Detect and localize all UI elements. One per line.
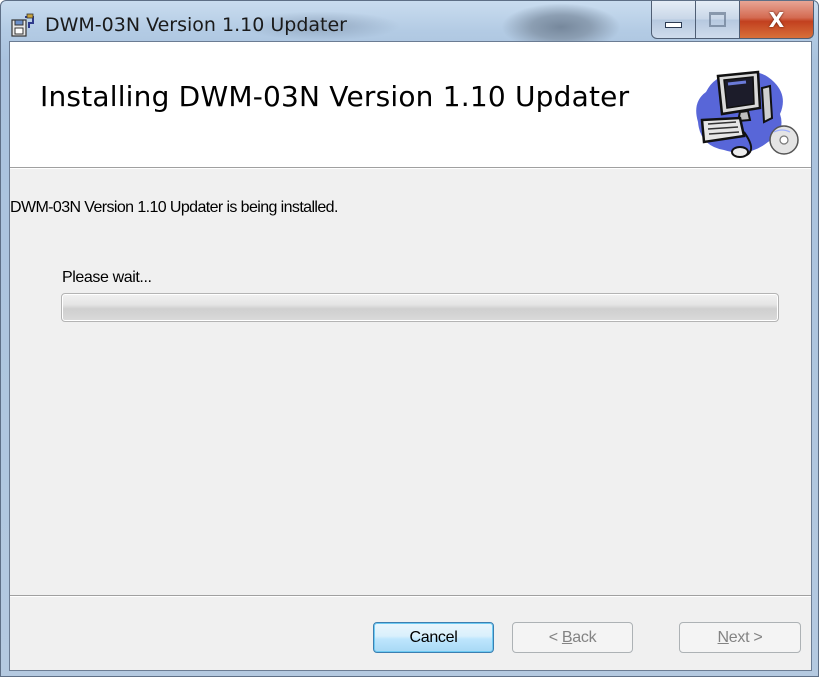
minimize-icon (665, 21, 682, 28)
installer-app-icon[interactable] (11, 13, 35, 37)
cancel-button-label: Cancel (409, 628, 458, 646)
footer-divider (10, 595, 811, 597)
window-title: DWM-03N Version 1.10 Updater (45, 14, 347, 36)
back-prefix: < (548, 628, 562, 646)
cancel-button[interactable]: Cancel (373, 622, 494, 653)
back-accelerator: B (561, 628, 573, 646)
dialog-client-area: Installing DWM-03N Version 1.10 Updater … (9, 41, 812, 671)
back-button[interactable]: < Back (512, 622, 633, 653)
install-progress-bar (61, 293, 779, 322)
caption-buttons: X (651, 1, 814, 41)
close-button[interactable]: X (739, 1, 814, 39)
installer-window: DWM-03N Version 1.10 Updater X Installin… (0, 0, 819, 677)
next-rest: ext (728, 628, 750, 646)
maximize-button[interactable] (695, 1, 740, 39)
back-rest: ack (572, 628, 597, 646)
banner: Installing DWM-03N Version 1.10 Updater (10, 42, 811, 169)
next-accelerator: N (717, 628, 730, 646)
back-button-label: < Back (549, 629, 597, 647)
minimize-button[interactable] (651, 1, 696, 39)
computer-with-cd-icon (696, 70, 799, 158)
next-suffix: > (749, 628, 763, 646)
close-icon: X (768, 7, 785, 32)
banner-title: Installing DWM-03N Version 1.10 Updater (40, 80, 630, 113)
maximize-icon (709, 12, 726, 27)
next-button[interactable]: Next > (679, 622, 801, 653)
title-bar[interactable]: DWM-03N Version 1.10 Updater X (1, 1, 819, 41)
install-status-text: DWM-03N Version 1.10 Updater is being in… (10, 199, 338, 216)
please-wait-label: Please wait... (62, 269, 152, 286)
next-button-label: Next > (718, 629, 763, 647)
